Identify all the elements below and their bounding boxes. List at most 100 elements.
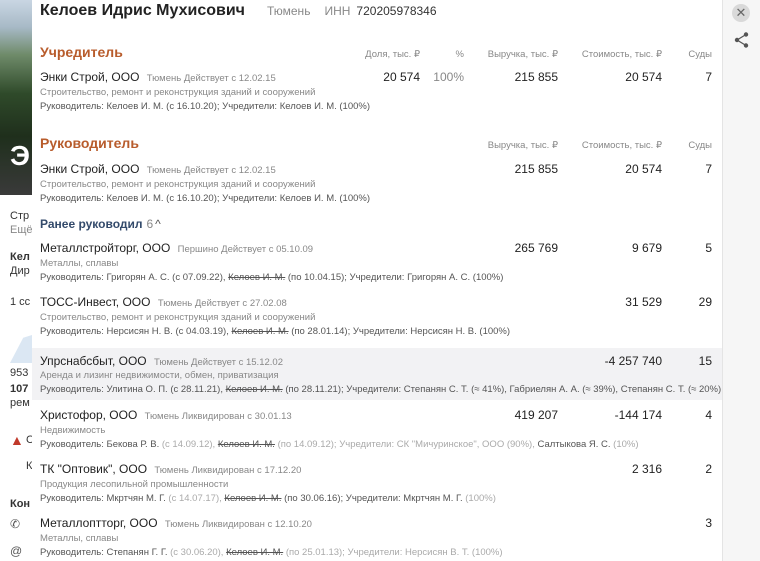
cell-value: 31 529 — [625, 295, 662, 309]
people-text: Руководитель: Нерсисян Н. В. (с 04.03.19… — [40, 326, 229, 337]
company-people: Руководитель: Нерсисян Н. В. (с 04.03.19… — [40, 326, 510, 337]
cell-value: 2 316 — [631, 462, 662, 476]
company-meta: Тюмень Действует с 27.02.08 — [157, 298, 287, 309]
email-icon: @ — [10, 544, 23, 558]
company-activity: Строительство, ремонт и реконструкция зд… — [40, 179, 316, 190]
company-title-line: ТК "Оптовик", ООО Тюмень Ликвидирован с … — [40, 462, 301, 476]
company-title-line: Энки Строй, ООО Тюмень Действует с 12.02… — [40, 162, 276, 176]
cell-courts: 4 — [705, 408, 712, 422]
share-icon[interactable] — [733, 31, 751, 49]
company-row[interactable]: ТОСС-Инвест, ООО Тюмень Действует с 27.0… — [32, 295, 722, 345]
company-row[interactable]: Христофор, ООО Тюмень Ликвидирован с 30.… — [32, 408, 722, 458]
company-meta: Тюмень Действует с 12.02.15 — [146, 73, 276, 84]
background-text: 953 — [10, 367, 29, 379]
company-name[interactable]: Энки Строй, ООО — [40, 70, 139, 84]
cell-courts: 7 — [705, 162, 712, 176]
company-name[interactable]: Металлстройторг, ООО — [40, 241, 170, 255]
company-meta: Тюмень Ликвидирован с 30.01.13 — [144, 411, 292, 422]
inn-value: 720205978346 — [356, 4, 437, 18]
background-big-letter: Э — [10, 140, 30, 171]
company-title-line: Энки Строй, ООО Тюмень Действует с 12.02… — [40, 70, 276, 84]
people-text: (с 30.06.20), — [170, 547, 224, 558]
people-text: (по 14.09.12); Учредители: СК "Мичуринск… — [277, 439, 505, 450]
company-name[interactable]: Металлоптторг, ООО — [40, 516, 158, 530]
background-page: Э Стр Ещё Кел Дир 1 сс 953 107 рем ▲ С К… — [0, 0, 32, 561]
company-name[interactable]: ТК "Оптовик", ООО — [40, 462, 147, 476]
company-name[interactable]: Христофор, ООО — [40, 408, 137, 422]
column-header-value: Стоимость, тыс. ₽ — [581, 140, 662, 151]
cell-courts: 5 — [705, 241, 712, 255]
background-text: Ещё — [10, 224, 32, 236]
people-text: Руководитель: Улитина О. П. (с 28.11.21)… — [40, 384, 223, 395]
close-icon[interactable]: ✕ — [732, 4, 750, 22]
company-people: Руководитель: Мкртчян М. Г. (с 14.07.17)… — [40, 493, 496, 504]
company-activity: Недвижимость — [40, 425, 106, 436]
cell-value: 20 574 — [625, 162, 662, 176]
cell-revenue: 215 855 — [514, 162, 558, 176]
column-header-pct: % — [455, 49, 464, 60]
company-row[interactable]: Металлстройторг, ООО Першино Действует с… — [32, 241, 722, 291]
company-name[interactable]: ТОСС-Инвест, ООО — [40, 295, 150, 309]
people-text: Салтыкова Я. С. — [537, 439, 611, 450]
company-activity: Продукция лесопильной промышленности — [40, 479, 229, 490]
background-text: Стр — [10, 210, 30, 222]
company-row[interactable]: ТК "Оптовик", ООО Тюмень Ликвидирован с … — [32, 462, 722, 512]
people-text: (по 25.01.13); Учредители: Нерсисян В. Т… — [285, 547, 470, 558]
company-name[interactable]: Упрснабсбыт, ООО — [40, 354, 147, 368]
people-text: Руководитель: Степанян Г. Г. — [40, 547, 168, 558]
person-city: Тюмень — [266, 4, 311, 18]
company-row[interactable]: Упрснабсбыт, ООО Тюмень Действует с 15.1… — [32, 348, 722, 400]
background-photo: Э — [0, 0, 32, 195]
people-text: (по 30.06.16); Учредители: Мкртчян М. Г. — [284, 493, 463, 504]
earlier-directed-toggle[interactable]: Ранее руководил 6 ^ — [40, 217, 161, 231]
cell-courts: 7 — [705, 70, 712, 84]
company-people: Руководитель: Келоев И. М. (с 16.10.20);… — [40, 101, 371, 112]
company-activity: Аренда и лизинг недвижимости, обмен, при… — [40, 370, 279, 381]
people-text: Руководитель: Григорян А. С. (с 07.09.22… — [40, 272, 226, 283]
cell-revenue: 215 855 — [514, 70, 558, 84]
earlier-directed-label: Ранее руководил — [40, 217, 143, 231]
background-chart — [10, 335, 32, 363]
people-text: (100%) — [471, 547, 503, 558]
people-text: (100%) — [465, 493, 496, 504]
people-text: (90%), — [506, 439, 535, 450]
company-activity: Металлы, сплавы — [40, 533, 119, 544]
company-people: Руководитель: Григорян А. С. (с 07.09.22… — [40, 272, 503, 283]
company-row[interactable]: Энки Строй, ООО Тюмень Действует с 12.02… — [32, 70, 722, 115]
company-title-line: Металлстройторг, ООО Першино Действует с… — [40, 241, 313, 255]
company-row[interactable]: Металлоптторг, ООО Тюмень Ликвидирован с… — [32, 516, 722, 561]
people-text: (по 28.11.21); Учредители: Степанян С. Т… — [285, 384, 722, 395]
company-meta: Першино Действует с 05.10.09 — [177, 244, 314, 255]
company-activity: Металлы, сплавы — [40, 258, 119, 269]
former-director: Келоев И. М. — [228, 272, 286, 283]
column-header-value: Стоимость, тыс. ₽ — [581, 49, 662, 60]
cell-revenue: 265 769 — [514, 241, 558, 255]
people-text: (по 28.01.14); Учредители: Нерсисян Н. В… — [291, 326, 511, 337]
company-meta: Тюмень Ликвидирован с 17.12.20 — [154, 465, 302, 476]
background-text: Кон — [10, 498, 31, 510]
company-name[interactable]: Энки Строй, ООО — [40, 162, 139, 176]
warning-icon: ▲ — [10, 432, 24, 448]
cell-courts: 29 — [698, 295, 712, 309]
former-director: Келоев И. М. — [231, 326, 289, 337]
company-people: Руководитель: Степанян Г. Г. (с 30.06.20… — [40, 547, 503, 558]
people-text: (10%) — [613, 439, 639, 450]
cell-value: 20 574 — [625, 70, 662, 84]
chevron-up-icon: ^ — [155, 217, 161, 231]
cell-courts: 3 — [705, 516, 712, 530]
former-director: Келоев И. М. — [224, 493, 282, 504]
company-title-line: Упрснабсбыт, ООО Тюмень Действует с 15.1… — [40, 354, 283, 368]
background-text: 107 — [10, 383, 29, 395]
people-text: Руководитель: Мкртчян М. Г. — [40, 493, 166, 504]
person-header: Келоев Идрис Мухисович Тюмень ИНН 720205… — [40, 2, 437, 20]
cell-courts: 15 — [698, 354, 712, 368]
company-title-line: Металлоптторг, ООО Тюмень Ликвидирован с… — [40, 516, 312, 530]
company-activity: Строительство, ремонт и реконструкция зд… — [40, 87, 316, 98]
background-text: Дир — [10, 265, 30, 277]
background-text: рем — [10, 397, 30, 409]
former-director: Келоев И. М. — [217, 439, 275, 450]
column-header-courts: Суды — [688, 49, 712, 60]
column-header-revenue: Выручка, тыс. ₽ — [487, 140, 558, 151]
cell-courts: 2 — [705, 462, 712, 476]
company-row[interactable]: Энки Строй, ООО Тюмень Действует с 12.02… — [32, 162, 722, 207]
